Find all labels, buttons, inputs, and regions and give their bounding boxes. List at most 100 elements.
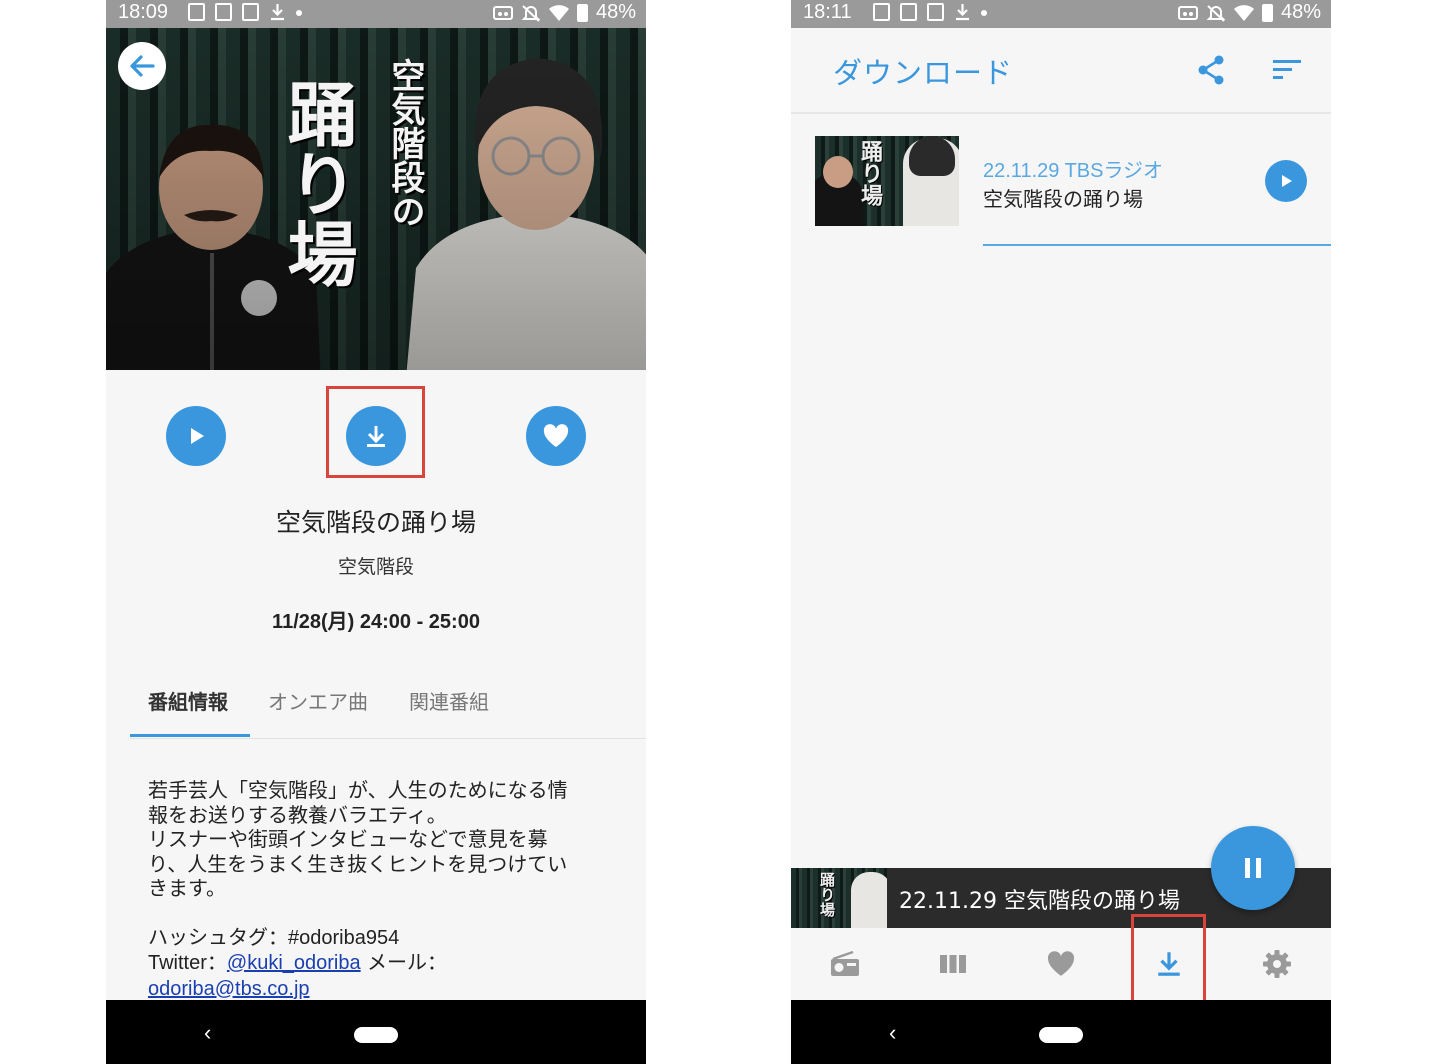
- system-back-button[interactable]: ‹: [204, 1020, 211, 1046]
- system-indicators: 48%: [1177, 1, 1321, 24]
- page-title: ダウンロード: [833, 56, 1014, 90]
- notification-icons: [873, 3, 987, 21]
- app-notification-icon: [900, 3, 917, 21]
- pause-button[interactable]: [1211, 826, 1295, 910]
- battery-percent: 48%: [1280, 1, 1321, 23]
- description-line: 若手芸人「空気階段」が、人生のためになる情: [148, 778, 568, 802]
- mute-icon: [1206, 4, 1226, 22]
- download-list-item[interactable]: 踊り場 22.11.29 TBSラジオ 空気階段の踊り場: [815, 136, 1331, 246]
- description-line: 報をお送りする教養バラエティ。: [148, 802, 447, 827]
- nav-settings[interactable]: [1257, 946, 1297, 982]
- program-description: 若手芸人「空気階段」が、人生のためになる情 報をお送りする教養バラエティ。 リス…: [148, 778, 608, 1001]
- thumb-shape: [851, 872, 887, 928]
- hashtag-value: #odoriba954: [288, 926, 400, 949]
- app-header: ダウンロード: [791, 28, 1331, 114]
- hashtag-line: ハッシュタグ：#odoriba954: [148, 925, 608, 951]
- now-playing-text: 22.11.29 空気階段の踊り場: [899, 889, 1180, 914]
- battery-icon: [1261, 3, 1273, 22]
- system-nav-bar: ‹: [106, 1000, 646, 1064]
- wifi-icon: [1233, 4, 1254, 21]
- status-time: 18:11: [803, 1, 852, 23]
- nav-programs[interactable]: [933, 946, 973, 982]
- pause-icon: [1245, 858, 1261, 878]
- notification-icons: [188, 3, 302, 21]
- more-notifications-dot: [981, 10, 987, 16]
- system-home-button[interactable]: [354, 1027, 398, 1043]
- tab-related-programs[interactable]: 関連番組: [409, 686, 489, 715]
- download-thumbnail: 踊り場: [815, 136, 959, 226]
- logo-art-text-big: 踊り場: [276, 78, 359, 288]
- system-indicators: 48%: [492, 1, 636, 24]
- tab-divider: [130, 738, 646, 739]
- tab-onair-songs[interactable]: オンエア曲: [268, 686, 368, 715]
- status-bar: 18:11 48%: [791, 0, 1331, 28]
- status-time: 18:09: [118, 1, 169, 23]
- mail-link[interactable]: odoriba@tbs.co.jp: [148, 978, 310, 1000]
- description-line: きます。: [148, 876, 226, 900]
- nav-favorites[interactable]: [1041, 946, 1081, 982]
- download-notification-icon: [269, 3, 286, 21]
- program-logo-art: 空気階段の 踊り場: [274, 58, 444, 358]
- play-button[interactable]: [166, 406, 226, 466]
- status-bar: 18:09 48%: [106, 0, 646, 28]
- image-notification-icon: [188, 3, 205, 21]
- program-hero-image: 空気階段の 踊り場: [106, 28, 646, 370]
- heart-icon: [543, 424, 569, 447]
- active-tab-indicator: [130, 734, 250, 737]
- program-airtime: 11/28(月) 24:00 - 25:00: [272, 611, 480, 633]
- thumb-title-art: 踊り場: [818, 872, 836, 917]
- system-back-button[interactable]: ‹: [889, 1020, 896, 1046]
- program-tabs: 番組情報 オンエア曲 関連番組: [130, 686, 646, 738]
- system-nav-bar: ‹: [791, 1000, 1331, 1064]
- twitter-link[interactable]: @kuki_odoriba: [227, 952, 361, 974]
- logo-art-text-small: 空気階段の: [385, 58, 425, 228]
- heart-icon: [1047, 951, 1075, 976]
- program-title: 空気階段の踊り場: [275, 508, 476, 537]
- thumb-shape: [909, 136, 955, 176]
- cast-icon: [1177, 5, 1198, 20]
- mute-icon: [521, 4, 541, 22]
- battery-percent: 48%: [595, 1, 636, 23]
- system-home-button[interactable]: [1039, 1027, 1083, 1043]
- wifi-icon: [548, 4, 569, 21]
- mail-label: メール：: [360, 950, 447, 974]
- image-notification-icon: [873, 3, 890, 21]
- hashtag-label: ハッシュタグ：: [148, 924, 288, 949]
- settings-icon: [1263, 950, 1291, 978]
- sort-icon[interactable]: [1271, 56, 1303, 84]
- share-icon[interactable]: [1195, 54, 1227, 86]
- download-highlight-box: [326, 386, 425, 478]
- grid-icon: [940, 955, 966, 973]
- download-notification-icon: [954, 3, 971, 21]
- downloads-tab-highlight-box: [1131, 914, 1206, 1005]
- app-notification-icon: [927, 3, 944, 21]
- bottom-navigation: [791, 928, 1331, 1000]
- download-play-button[interactable]: [1265, 160, 1307, 202]
- back-arrow-icon: [130, 55, 155, 77]
- mini-player-thumbnail: 踊り場: [791, 868, 887, 928]
- download-date-station: 22.11.29 TBSラジオ: [983, 160, 1164, 182]
- battery-icon: [576, 3, 588, 22]
- cast-icon: [492, 5, 513, 20]
- app-notification-icon: [242, 3, 259, 21]
- back-button[interactable]: [118, 42, 166, 90]
- thumb-shape: [823, 156, 853, 188]
- app-notification-icon: [215, 3, 232, 21]
- nav-radio[interactable]: [825, 946, 865, 982]
- downloads-screen: 18:11 48% ダウンロード 踊り場 22.11.29 TBSラジオ 空気階…: [791, 0, 1331, 1064]
- contact-line: Twitter：@kuki_odoriba メール：: [148, 950, 608, 976]
- twitter-label: Twitter：: [148, 952, 227, 974]
- play-icon: [191, 428, 204, 444]
- thumb-title-art: 踊り場: [857, 140, 883, 206]
- description-line: リスナーや街頭インタビューなどで意見を募: [148, 827, 548, 851]
- play-icon: [1282, 175, 1292, 187]
- tab-program-info[interactable]: 番組情報: [148, 686, 228, 715]
- more-notifications-dot: [296, 10, 302, 16]
- program-cast: 空気階段: [337, 556, 414, 578]
- description-line: り、人生をうまく生き抜くヒントを見つけてい: [148, 851, 568, 876]
- download-divider: [983, 244, 1331, 246]
- radio-icon: [831, 950, 859, 976]
- download-title: 空気階段の踊り場: [983, 187, 1143, 211]
- program-detail-screen: 18:09 48% 空気階段の 踊り場 空気階段の踊り場 空気階段 11/28(…: [106, 0, 646, 1064]
- favorite-button[interactable]: [526, 406, 586, 466]
